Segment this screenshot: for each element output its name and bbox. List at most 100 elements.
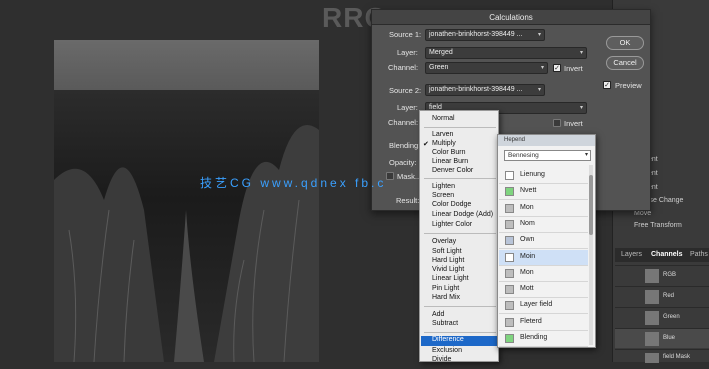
popup-list-item[interactable]: Nom — [499, 217, 588, 233]
popup-list-item[interactable]: Mon — [499, 266, 588, 282]
canvas-sky — [54, 40, 319, 90]
channel1-value: Green — [429, 64, 449, 71]
popup-header: Hepend — [498, 135, 595, 146]
preview-checkbox[interactable]: ✓ — [603, 81, 611, 89]
wheat-field-image — [54, 125, 319, 362]
canvas-photo — [54, 90, 319, 362]
invert1-label: Invert — [564, 64, 583, 73]
source2-value: jonathen-brinkhorst-398449 ... — [429, 86, 523, 93]
source1-select[interactable]: jonathen-brinkhorst-398449 ... ▾ — [425, 29, 545, 41]
channel-row-blue[interactable]: Blue — [615, 328, 709, 348]
channel-label: Red — [663, 293, 675, 299]
ok-button[interactable]: OK — [606, 36, 644, 50]
channel-row-rgb[interactable]: RGB — [615, 265, 709, 285]
history-item[interactable]: Move — [634, 210, 651, 217]
tab-paths[interactable]: Paths — [690, 251, 708, 258]
blend-item-normal[interactable]: Normal — [432, 115, 455, 122]
blend-item-lighten[interactable]: Lighten — [432, 183, 455, 190]
blend-item-linear-burn[interactable]: Linear Burn — [432, 158, 468, 165]
popup-list-item[interactable]: Mott — [499, 282, 588, 299]
layer2-label: Layer: — [397, 103, 418, 112]
blend-item-multiply[interactable]: Multiply — [432, 140, 456, 147]
blend-item-exclusion[interactable]: Exclusion — [432, 347, 462, 354]
chevron-down-icon: ▾ — [579, 50, 583, 56]
channel2-label: Channel: — [388, 118, 419, 127]
watermark: 技艺CG www.qdnex fb.c — [200, 176, 387, 190]
blend-item-color-dodge[interactable]: Color Dodge — [432, 201, 471, 208]
swatch-icon — [505, 187, 514, 197]
source2-label: Source 2: — [389, 86, 422, 95]
popup-item-label: Nvett — [520, 187, 537, 195]
blend-item-linear-light[interactable]: Linear Light — [432, 275, 469, 282]
popup-item-label: Mon — [520, 268, 534, 276]
blend-item-hard-mix[interactable]: Hard Mix — [432, 294, 460, 301]
channel-row-field-mask[interactable]: field Mask — [615, 349, 709, 369]
swatch-icon — [505, 285, 514, 295]
popup-list-item[interactable]: Own — [499, 233, 588, 250]
source2-select[interactable]: jonathen-brinkhorst-398449 ... ▾ — [425, 84, 545, 96]
swatch-icon — [505, 203, 514, 213]
popup-list-item[interactable]: Mon — [499, 201, 588, 217]
popup-field[interactable]: Bennesing ▾ — [504, 150, 591, 161]
blend-item-difference[interactable]: Difference — [421, 336, 497, 346]
channel-row-red[interactable]: Red — [615, 286, 709, 306]
result-label: Result: — [396, 196, 420, 205]
popup-item-label: Mon — [520, 203, 534, 211]
blend-item-hard-light[interactable]: Hard Light — [432, 257, 464, 264]
channel-thumbnail — [645, 290, 659, 304]
popup-item-label: Moin — [520, 252, 536, 260]
swatch-icon — [505, 268, 514, 278]
chevron-down-icon: ▾ — [584, 152, 588, 158]
invert1-checkbox[interactable]: ✓ — [553, 64, 561, 72]
popup-list-item[interactable]: Fleterd — [499, 315, 588, 331]
blend-item-soft-light[interactable]: Soft Light — [432, 248, 462, 255]
blend-item-screen[interactable]: Screen — [432, 192, 454, 199]
source1-label: Source 1: — [389, 30, 422, 39]
popup-item-label: Layer field — [520, 301, 553, 309]
dialog-title: Calculations — [372, 10, 650, 25]
channel1-select[interactable]: Green ▾ — [425, 62, 548, 74]
swatch-icon — [505, 317, 514, 327]
popup-item-label: Nom — [520, 219, 535, 227]
tab-layers[interactable]: Layers — [621, 251, 642, 258]
mask-checkbox[interactable] — [386, 172, 394, 180]
layer1-select[interactable]: Merged ▾ — [425, 47, 587, 59]
invert2-checkbox[interactable] — [553, 119, 561, 127]
channel-row-green[interactable]: Green — [615, 307, 709, 327]
blend-item-linear-dodge[interactable]: Linear Dodge (Add) — [432, 211, 493, 218]
blend-item-add[interactable]: Add — [432, 311, 444, 318]
document-canvas[interactable] — [54, 40, 319, 362]
popup-list-item[interactable]: Layer field — [499, 298, 588, 315]
cancel-button[interactable]: Cancel — [606, 56, 644, 70]
blend-item-lighter-color[interactable]: Lighter Color — [432, 221, 472, 228]
layer1-value: Merged — [429, 49, 453, 56]
popup-list-item[interactable]: Blending — [499, 331, 588, 347]
blend-item-vivid-light[interactable]: Vivid Light — [432, 266, 464, 273]
tab-channels[interactable]: Channels — [651, 251, 683, 258]
popup-item-label: Blending — [520, 334, 548, 341]
blend-item-subtract[interactable]: Subtract — [432, 320, 458, 327]
history-item[interactable]: Free Transform — [634, 222, 682, 229]
blend-preset-popup[interactable]: Hepend Bennesing ▾ Lienung Nvett Mon Nom Own M… — [497, 134, 596, 348]
menu-divider — [424, 178, 496, 179]
blend-item-denver-color[interactable]: Denver Color — [432, 167, 473, 174]
blending-label: Blending: — [389, 141, 421, 150]
popup-list-item[interactable]: Moin — [499, 249, 588, 266]
menu-divider — [424, 306, 496, 307]
popup-list-item[interactable]: Nvett — [499, 184, 588, 201]
panel-tab-bar: Layers Channels Paths — [615, 248, 709, 262]
blend-item-overlay[interactable]: Overlay — [432, 238, 456, 245]
popup-scrollbar[interactable] — [589, 165, 593, 345]
swatch-icon — [505, 334, 514, 343]
blend-item-color-burn[interactable]: Color Burn — [432, 149, 465, 156]
chevron-down-icon: ▾ — [537, 87, 541, 93]
scrollbar-thumb[interactable] — [589, 175, 593, 235]
blend-item-pin-light[interactable]: Pin Light — [432, 285, 459, 292]
channel-label: Blue — [663, 335, 676, 341]
blend-mode-menu[interactable]: ✔ Normal Larven Multiply Color Burn Line… — [419, 110, 499, 363]
popup-list-item[interactable]: Lienung — [499, 168, 588, 184]
channel-label: RGB — [663, 272, 677, 278]
blend-item-larven[interactable]: Larven — [432, 131, 453, 138]
opacity-label: Opacity: — [389, 158, 417, 167]
popup-item-label: Own — [520, 236, 535, 244]
